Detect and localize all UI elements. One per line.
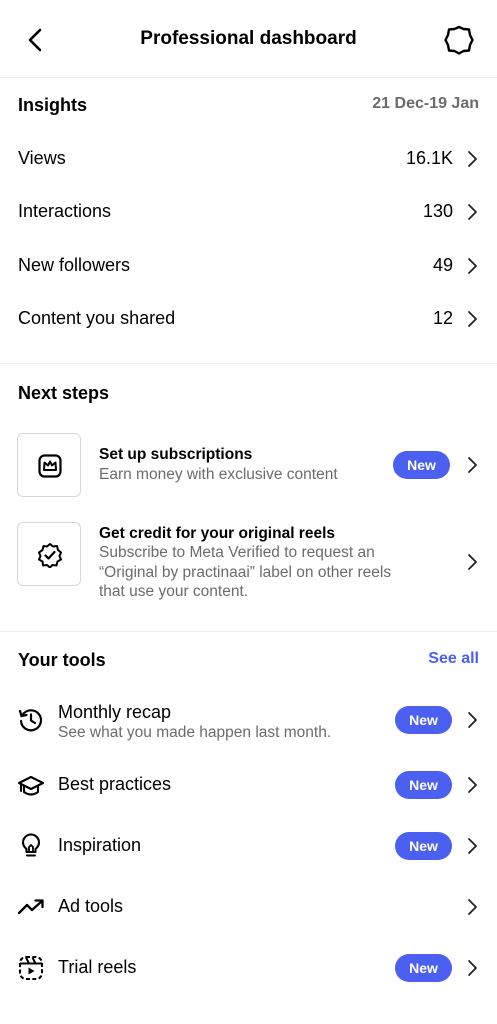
new-badge: New — [395, 771, 452, 799]
your-tools-title: Your tools — [18, 650, 106, 670]
chevron-right-icon — [468, 204, 477, 220]
lightbulb-icon — [21, 833, 41, 857]
chevron-right-icon — [468, 838, 477, 854]
metric-label: Interactions — [18, 201, 112, 221]
chevron-right-icon — [468, 777, 477, 793]
history-icon — [18, 709, 43, 732]
date-range[interactable]: 21 Dec-19 Jan — [372, 95, 479, 113]
gear-icon[interactable] — [442, 23, 476, 57]
chevron-right-icon — [468, 554, 477, 570]
metric-label: Views — [18, 148, 66, 168]
new-badge: New — [395, 832, 452, 860]
chevron-right-icon — [468, 899, 477, 915]
tool-inspiration[interactable]: Inspiration New — [0, 821, 497, 871]
tool-monthly-recap[interactable]: Monthly recap See what you made happen l… — [0, 696, 497, 748]
trending-up-icon — [17, 899, 44, 915]
page-title: Professional dashboard — [140, 28, 357, 49]
section-divider — [0, 363, 497, 364]
tool-trial-reels[interactable]: Trial reels New — [0, 943, 497, 993]
graduation-cap-icon — [17, 775, 45, 796]
new-badge: New — [395, 706, 452, 734]
tool-label: Best practices — [58, 774, 172, 794]
step-original-reels[interactable]: Get credit for your original reels Subsc… — [0, 522, 497, 602]
step-title: Set up subscriptions — [99, 446, 253, 463]
new-badge: New — [395, 954, 452, 982]
tool-label: Trial reels — [58, 957, 137, 977]
step-set-up-subscriptions[interactable]: Set up subscriptions Earn money with exc… — [0, 432, 497, 498]
step-description-line: “Original by practinaai” label on other … — [99, 564, 392, 581]
tool-subtitle: See what you made happen last month. — [58, 724, 332, 741]
metric-row-content-shared[interactable]: Content you shared 12 — [0, 297, 497, 341]
step-description: Earn money with exclusive content — [99, 466, 338, 483]
reel-play-icon — [18, 955, 44, 981]
next-steps-title: Next steps — [18, 383, 110, 403]
chevron-right-icon — [468, 960, 477, 976]
insights-title: Insights — [18, 95, 88, 115]
tool-ad-tools[interactable]: Ad tools — [0, 882, 497, 932]
step-description-line: Subscribe to Meta Verified to request an — [99, 544, 375, 561]
metric-value: 130 — [422, 201, 453, 221]
top-bar: Professional dashboard — [0, 0, 497, 78]
metric-label: Content you shared — [18, 308, 176, 328]
tool-label: Monthly recap — [58, 702, 172, 722]
see-all-link[interactable]: See all — [428, 650, 479, 668]
tool-label: Inspiration — [58, 835, 142, 855]
metric-label: New followers — [18, 255, 131, 275]
metric-value: 16.1K — [405, 148, 453, 168]
verified-badge-icon — [17, 522, 81, 586]
metric-row-views[interactable]: Views 16.1K — [0, 137, 497, 181]
metric-row-new-followers[interactable]: New followers 49 — [0, 244, 497, 288]
new-badge: New — [393, 451, 450, 479]
metric-value: 12 — [432, 308, 453, 328]
tool-best-practices[interactable]: Best practices New — [0, 760, 497, 810]
chevron-right-icon — [468, 311, 477, 327]
metric-row-interactions[interactable]: Interactions 130 — [0, 190, 497, 234]
section-divider — [0, 631, 497, 632]
step-description-line: that use your content. — [99, 583, 249, 600]
metric-value: 49 — [432, 255, 453, 275]
chevron-right-icon — [468, 151, 477, 167]
chevron-right-icon — [468, 712, 477, 728]
subscription-crown-icon — [17, 433, 81, 497]
tool-label: Ad tools — [58, 896, 124, 916]
chevron-right-icon — [468, 258, 477, 274]
chevron-right-icon — [468, 457, 477, 473]
step-title: Get credit for your original reels — [99, 525, 336, 542]
